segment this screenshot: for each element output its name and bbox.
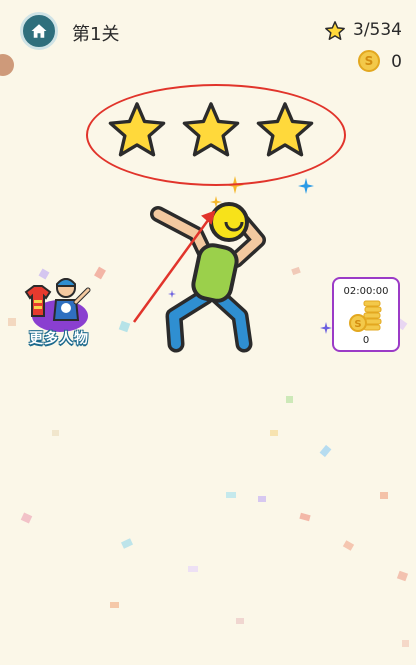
- coin-stack-icon: S: [349, 300, 382, 332]
- reward-timer: 02:00:00: [343, 286, 389, 297]
- reward-count: 0: [362, 335, 370, 346]
- more-characters-label: 更多人物: [29, 331, 89, 347]
- characters-icon: [24, 278, 91, 332]
- coin-symbol: S: [354, 319, 361, 330]
- coin-reward-card[interactable]: 02:00:00 S 0: [332, 277, 400, 352]
- more-characters-button[interactable]: 更多人物: [16, 270, 102, 350]
